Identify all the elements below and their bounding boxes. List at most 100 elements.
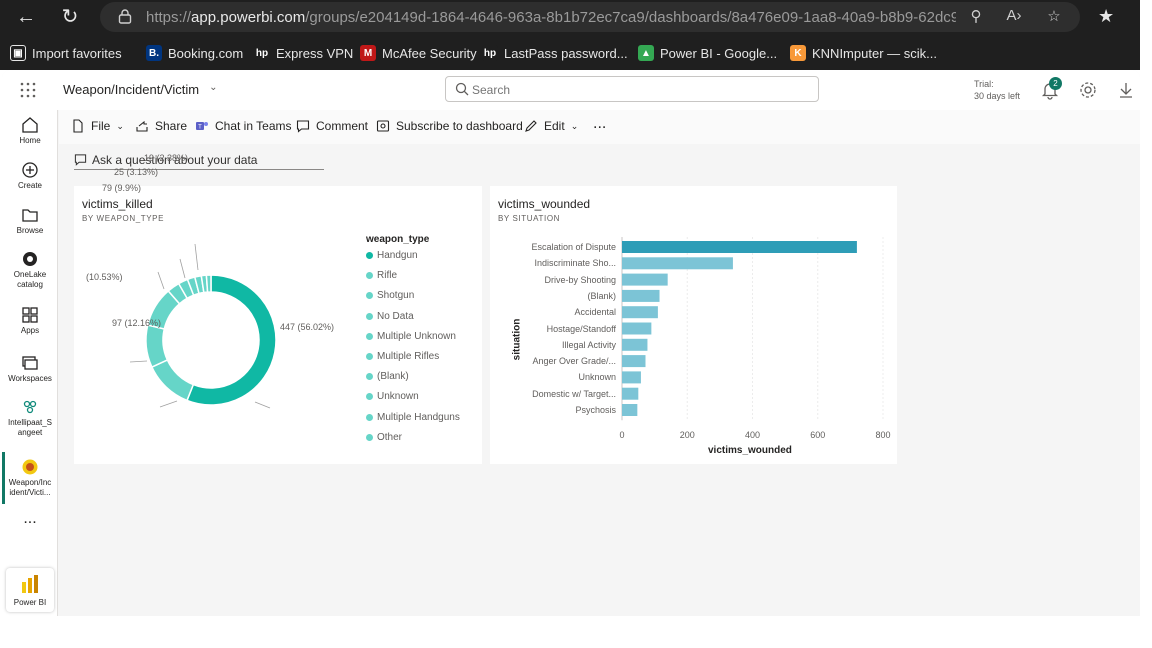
more-label: ... [593, 115, 607, 132]
bar[interactable] [622, 306, 658, 319]
rail-item[interactable]: Intellipaat_S angeet [2, 398, 58, 438]
legend-label: Other [377, 431, 403, 443]
read-aloud-icon[interactable]: A› [1004, 7, 1024, 24]
powerbi-logo-icon [22, 575, 38, 593]
teams-icon: T [196, 122, 208, 131]
comment-button[interactable]: Comment [296, 119, 368, 133]
legend-item[interactable]: Multiple Handguns [366, 412, 460, 423]
bookmark-item[interactable]: M McAfee Security [360, 43, 477, 63]
bar[interactable] [622, 241, 857, 253]
donut-chart [129, 243, 277, 409]
dashboard-icon [22, 459, 38, 475]
legend-item[interactable]: Rifle [366, 270, 397, 281]
file-menu[interactable]: File ⌄ [71, 119, 124, 133]
category-label: Drive-by Shooting [544, 274, 616, 285]
bookmark-item[interactable]: K KNNImputer — scik... [790, 43, 937, 63]
bar[interactable] [622, 322, 652, 335]
legend-swatch [366, 312, 373, 320]
share-icon [136, 120, 148, 132]
donut-slice[interactable] [205, 274, 212, 293]
bookmark-item[interactable]: B. Booking.com [146, 43, 243, 63]
address-bar[interactable]: https://app.powerbi.com/groups/e204149d-… [100, 2, 1080, 32]
legend-swatch [366, 292, 373, 300]
legend-swatch [366, 272, 373, 280]
more-apps-button[interactable]: ... [2, 511, 58, 527]
bar[interactable] [622, 273, 668, 286]
legend-item[interactable]: Other [366, 432, 402, 443]
search-box[interactable] [445, 76, 819, 102]
donut-slice[interactable] [150, 358, 195, 402]
leader-line [157, 271, 165, 290]
victims-killed-tile[interactable]: victims_killed BY WEAPON_TYPE 447 (56.02… [74, 153, 482, 464]
favorites-icon[interactable]: ★ [1098, 6, 1114, 27]
mcafee-icon: M [360, 45, 376, 61]
svg-text:T: T [198, 125, 202, 131]
qna-input[interactable]: Ask a question about your data [74, 150, 324, 170]
bar[interactable] [622, 371, 641, 384]
download-icon[interactable] [1116, 80, 1136, 100]
more-options-button[interactable]: ... [593, 115, 606, 133]
rail-item[interactable]: Create [2, 161, 58, 191]
legend-label: Shotgun [377, 290, 415, 302]
edit-menu[interactable]: Edit ⌄ [524, 119, 578, 133]
legend-swatch [366, 353, 373, 360]
chat-in-teams-button[interactable]: T Chat in Teams [195, 119, 291, 133]
legend-item[interactable]: Shotgun [366, 290, 414, 301]
favorite-star-icon[interactable]: ☆ [1044, 7, 1064, 25]
legend-item[interactable]: Handgun [366, 250, 418, 261]
powerbi-app: Weapon/Incident/Victim ⌄ Trial: 30 days … [2, 70, 1140, 616]
data-label: 25 (3.13%) [114, 167, 159, 177]
donut-slice[interactable] [145, 324, 169, 369]
legend-swatch [366, 373, 373, 381]
legend-item[interactable]: Unknown [366, 391, 419, 402]
bar[interactable] [622, 355, 646, 368]
rail-item-label: Workspaces [8, 374, 52, 383]
victims-wounded-tile[interactable]: victims_wounded BY SITUATION Escalation … [490, 186, 897, 464]
trial-status: Trial: 30 days left [974, 78, 1020, 102]
rail-item[interactable]: Apps [2, 306, 58, 336]
rail-item[interactable]: Weapon/Inc ident/Victi... [2, 458, 58, 498]
rail-item[interactable]: Workspaces [2, 354, 58, 384]
subscribe-button[interactable]: Subscribe to dashboard [376, 119, 523, 133]
legend-item[interactable]: No Data [366, 311, 414, 322]
search-input[interactable] [472, 81, 802, 99]
share-label: Share [155, 119, 188, 133]
page-margin [1140, 0, 1152, 648]
back-icon[interactable]: ← [12, 4, 40, 30]
bar[interactable] [622, 289, 660, 302]
zoom-icon[interactable]: ⚲ [966, 7, 986, 25]
x-tick-label: 0 [619, 430, 625, 440]
bookmark-item[interactable]: hp Express VPN [254, 43, 353, 63]
url-text: https://app.powerbi.com/groups/e204149d-… [146, 9, 956, 26]
legend-swatch [366, 433, 373, 441]
bookmarks-bar: ▣ Import favorites B. Booking.com hp Express … [0, 38, 1140, 68]
bookmark-item[interactable]: hp LastPass password... [482, 43, 628, 63]
bookmark-item[interactable]: ▣ Import favorites [10, 43, 122, 63]
legend-item[interactable]: (Blank) [366, 371, 409, 382]
legend-item[interactable]: Multiple Unknown [366, 331, 456, 342]
onelake-icon [23, 252, 37, 266]
app-launcher-icon[interactable] [20, 82, 36, 98]
notification-badge: 2 [1049, 77, 1062, 90]
report-title-dropdown[interactable]: Weapon/Incident/Victim ⌄ [63, 82, 217, 97]
refresh-icon[interactable]: ↻ [56, 4, 84, 30]
powerbi-home-tile[interactable]: Power BI [6, 568, 54, 612]
rail-item[interactable]: Browse [2, 206, 58, 236]
share-button[interactable]: Share [135, 119, 187, 133]
bar[interactable] [622, 338, 648, 351]
bar[interactable] [622, 257, 733, 270]
bookmark-label: LastPass password... [504, 45, 628, 61]
workspaces-icon [22, 356, 38, 370]
rail-item[interactable]: OneLake catalog [2, 250, 58, 290]
bar[interactable] [622, 404, 638, 416]
bookmark-label: Express VPN [276, 45, 354, 61]
rail-item[interactable]: Home [2, 116, 58, 146]
bar[interactable] [622, 387, 639, 400]
leader-line [194, 243, 199, 271]
app-header: Weapon/Incident/Victim ⌄ Trial: 30 days … [2, 70, 1140, 110]
gear-icon[interactable] [1078, 80, 1098, 100]
bookmark-item[interactable]: ▲ Power BI - Google... [638, 43, 777, 63]
x-tick-label: 400 [745, 430, 761, 440]
donut-slice[interactable] [186, 274, 277, 406]
legend-item[interactable]: Multiple Rifles [366, 351, 439, 362]
